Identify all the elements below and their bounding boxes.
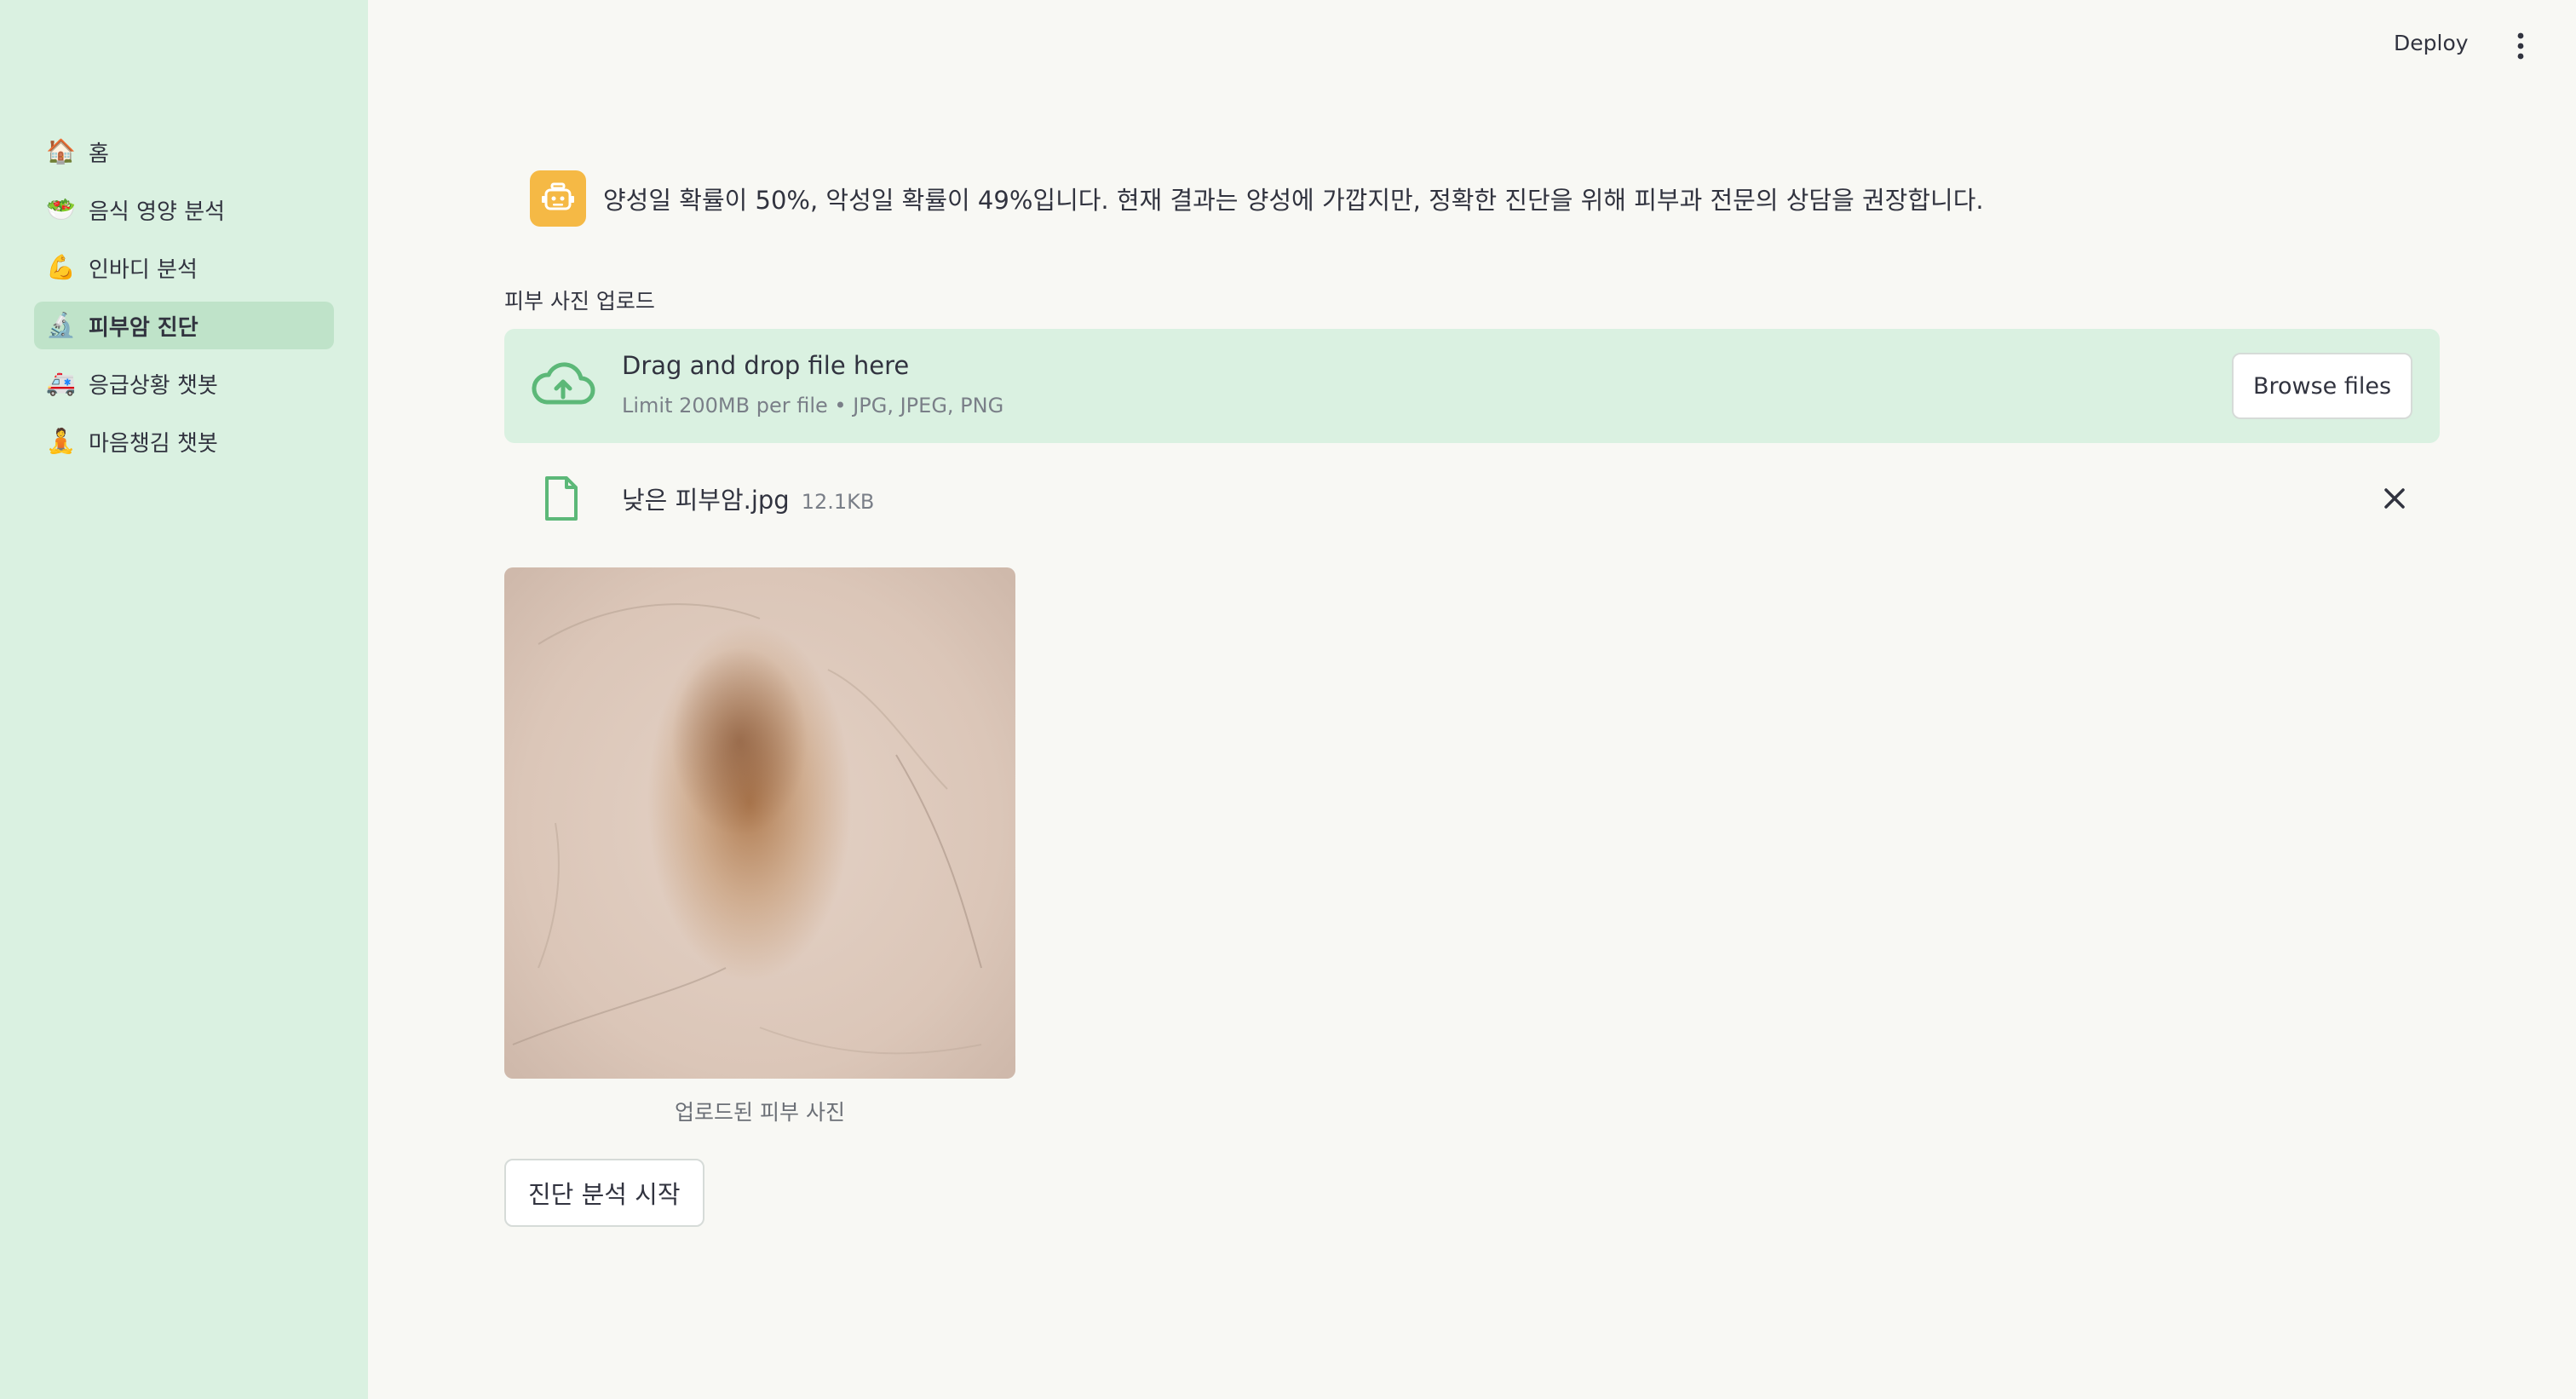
sidebar-item-food-nutrition[interactable]: 🥗 음식 영양 분석 [34,186,334,233]
sidebar-item-label: 음식 영양 분석 [89,199,226,225]
more-vertical-icon[interactable] [2516,32,2525,60]
file-name-text: 낮은 피부암.jpg [622,486,790,515]
uploader-label: 피부 사진 업로드 [504,289,655,314]
salad-bowl-icon: 🥗 [46,195,76,223]
uploaded-file-row: 낮은 피부암.jpg 12.1KB [504,469,2440,528]
house-icon: 🏠 [46,137,76,165]
image-caption: 업로드된 피부 사진 [675,1100,845,1125]
robot-icon [542,182,574,210]
skin-hair-overlay [512,603,982,1055]
browse-files-button[interactable]: Browse files [2232,353,2412,419]
app-root: 🏠 홈 🥗 음식 영양 분석 💪 인바디 분석 🔬 피부암 진단 🚑 응급상황 … [0,0,2576,1399]
uploaded-file-name: 낮은 피부암.jpg 12.1KB [622,481,874,516]
sidebar: 🏠 홈 🥗 음식 영양 분석 💪 인바디 분석 🔬 피부암 진단 🚑 응급상황 … [0,0,368,1399]
sidebar-item-inbody[interactable]: 💪 인바디 분석 [34,244,334,291]
assistant-message-text: 양성일 확률이 50%, 악성일 확률이 49%입니다. 현재 결과는 양성에 … [603,186,1984,215]
sidebar-item-skin-cancer[interactable]: 🔬 피부암 진단 [34,302,334,349]
close-icon[interactable] [2380,484,2409,513]
flexed-bicep-icon: 💪 [46,253,76,281]
ambulance-icon: 🚑 [46,369,76,397]
file-dropzone[interactable]: Drag and drop file here Limit 200MB per … [504,329,2440,443]
file-icon [545,476,578,521]
assistant-message: 양성일 확률이 50%, 악성일 확률이 49%입니다. 현재 결과는 양성에 … [530,170,1984,227]
sidebar-nav: 🏠 홈 🥗 음식 영양 분석 💪 인바디 분석 🔬 피부암 진단 🚑 응급상황 … [34,128,334,475]
sidebar-item-label: 피부암 진단 [89,314,198,341]
microscope-icon: 🔬 [46,311,76,339]
uploaded-skin-image [504,567,1015,1079]
sidebar-item-home[interactable]: 🏠 홈 [34,128,334,176]
sidebar-item-label: 응급상황 챗봇 [89,372,218,399]
sidebar-item-label: 마음챙김 챗봇 [89,430,218,457]
deploy-button[interactable]: Deploy [2394,31,2469,55]
sidebar-item-label: 인바디 분석 [89,256,198,283]
bot-avatar [530,170,586,227]
uploaded-file-size: 12.1KB [801,490,875,514]
sidebar-item-mindfulness-chatbot[interactable]: 🧘 마음챙김 챗봇 [34,417,334,465]
dropzone-title: Drag and drop file here [622,351,910,380]
person-meditating-icon: 🧘 [46,427,76,455]
start-diagnosis-button[interactable]: 진단 분석 시작 [504,1159,704,1227]
sidebar-item-emergency-chatbot[interactable]: 🚑 응급상황 챗봇 [34,360,334,407]
sidebar-item-label: 홈 [89,141,109,167]
cloud-upload-icon [532,362,595,405]
dropzone-limit-text: Limit 200MB per file • JPG, JPEG, PNG [622,394,1004,417]
